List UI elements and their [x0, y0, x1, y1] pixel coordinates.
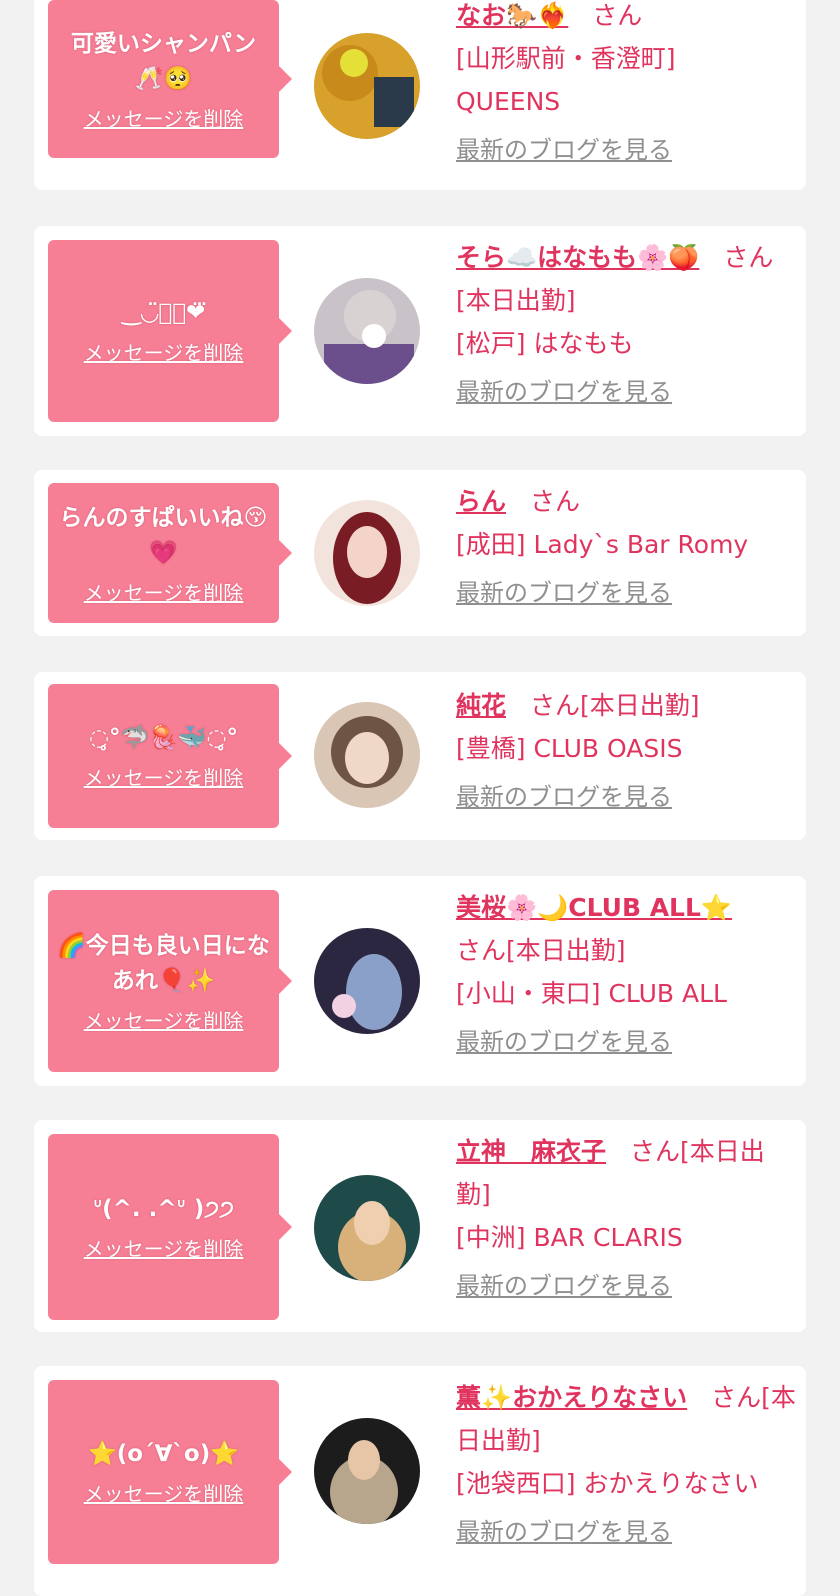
- honorific: さん: [630, 1137, 681, 1166]
- avatar-photo: [314, 702, 420, 808]
- avatar-photo: [314, 928, 420, 1034]
- message-bubble: 🌈今日も良い日になあれ🎈✨ メッセージを削除: [48, 890, 292, 1072]
- message-card: ⭐️(o´∀`o)⭐️ メッセージを削除 薫✨おかえりなさい さん[本日出勤] […: [34, 1366, 806, 1596]
- avatar[interactable]: [314, 278, 420, 384]
- shop-label: [成田] Lady`s Bar Romy: [456, 530, 749, 559]
- honorific: さん: [711, 1383, 762, 1412]
- honorific: さん: [530, 487, 581, 516]
- message-text: 🌈今日も良い日になあれ🎈✨: [57, 932, 270, 994]
- message-card: ᐡ(^. .^ᐡ )੭੭ メッセージを削除 立神 麻衣子 さん[本日出勤] [中洲…: [34, 1120, 806, 1332]
- delete-message-link[interactable]: メッセージを削除: [84, 1233, 244, 1262]
- latest-blog-link[interactable]: 最新のブログを見る: [456, 1271, 796, 1301]
- message-list: 可愛いシャンパン🥂🥺 メッセージを削除 なお🐎❤️‍🔥 さん [山形駅前・香澄町]…: [0, 0, 840, 1596]
- cast-name-link[interactable]: らん: [456, 487, 506, 516]
- shop-label: [松戸] はなもも: [456, 329, 634, 358]
- avatar-photo: [314, 278, 420, 384]
- message-card: ◌̥°🦈🪼🐳◌̥° メッセージを削除 純花 さん[本日出勤] [豊橋] CLUB …: [34, 672, 806, 840]
- message-text: ◌̥°🦈🪼🐳◌̥°: [88, 725, 239, 751]
- message-text: らんのすぱいいね😚💗: [59, 504, 268, 566]
- message-bubble: 可愛いシャンパン🥂🥺 メッセージを削除: [48, 0, 292, 158]
- avatar-photo: [314, 1418, 420, 1524]
- attendance-status: [本日出勤]: [580, 691, 700, 720]
- latest-blog-link[interactable]: 最新のブログを見る: [456, 135, 796, 165]
- attendance-status: [本日出勤]: [456, 286, 576, 315]
- avatar[interactable]: [314, 500, 420, 606]
- avatar[interactable]: [314, 1175, 420, 1281]
- latest-blog-link[interactable]: 最新のブログを見る: [456, 1517, 796, 1547]
- message-bubble: ᐡ(^. .^ᐡ )੭੭ メッセージを削除: [48, 1134, 292, 1320]
- shop-label: [山形駅前・香澄町] QUEENS: [456, 44, 676, 116]
- message-card: 🌈今日も良い日になあれ🎈✨ メッセージを削除 美桜🌸🌙CLUB ALL⭐️ さん…: [34, 876, 806, 1086]
- message-bubble: ‿◡̈⃝⸝❤︎⃛ メッセージを削除: [48, 240, 292, 422]
- shop-label: [豊橋] CLUB OASIS: [456, 734, 683, 763]
- avatar[interactable]: [314, 702, 420, 808]
- shop-label: [小山・東口] CLUB ALL: [456, 979, 727, 1008]
- cast-info: そら☁️はなもも🌸🍑 さん [本日出勤] [松戸] はなもも 最新のブログを見る: [456, 236, 796, 407]
- honorific: さん: [723, 243, 774, 272]
- delete-message-link[interactable]: メッセージを削除: [84, 762, 244, 791]
- cast-name-link[interactable]: 純花: [456, 691, 506, 720]
- cast-info: らん さん [成田] Lady`s Bar Romy 最新のブログを見る: [456, 480, 796, 608]
- delete-message-link[interactable]: メッセージを削除: [84, 1005, 244, 1034]
- avatar[interactable]: [314, 33, 420, 139]
- shop-label: [中洲] BAR CLARIS: [456, 1223, 683, 1252]
- delete-message-link[interactable]: メッセージを削除: [84, 103, 244, 132]
- avatar-photo: [314, 500, 420, 606]
- avatar-photo: [314, 33, 420, 139]
- avatar-photo: [314, 1175, 420, 1281]
- cast-info: なお🐎❤️‍🔥 さん [山形駅前・香澄町] QUEENS 最新のブログを見る: [456, 0, 796, 165]
- honorific: さん: [530, 691, 581, 720]
- latest-blog-link[interactable]: 最新のブログを見る: [456, 377, 796, 407]
- message-bubble: ◌̥°🦈🪼🐳◌̥° メッセージを削除: [48, 684, 292, 828]
- cast-info: 純花 さん[本日出勤] [豊橋] CLUB OASIS 最新のブログを見る: [456, 684, 796, 812]
- message-text: ᐡ(^. .^ᐡ )੭੭: [93, 1196, 234, 1222]
- message-card: 可愛いシャンパン🥂🥺 メッセージを削除 なお🐎❤️‍🔥 さん [山形駅前・香澄町]…: [34, 0, 806, 190]
- latest-blog-link[interactable]: 最新のブログを見る: [456, 782, 796, 812]
- honorific: さん: [592, 1, 643, 30]
- delete-message-link[interactable]: メッセージを削除: [84, 337, 244, 366]
- message-bubble: ⭐️(o´∀`o)⭐️ メッセージを削除: [48, 1380, 292, 1564]
- avatar[interactable]: [314, 1418, 420, 1524]
- avatar[interactable]: [314, 928, 420, 1034]
- shop-label: [池袋西口] おかえりなさい: [456, 1469, 759, 1498]
- message-text: ‿◡̈⃝⸝❤︎⃛: [121, 300, 206, 326]
- message-text: 可愛いシャンパン🥂🥺: [70, 30, 257, 92]
- cast-name-link[interactable]: 美桜🌸🌙CLUB ALL⭐️: [456, 893, 732, 922]
- cast-info: 薫✨おかえりなさい さん[本日出勤] [池袋西口] おかえりなさい 最新のブログを…: [456, 1376, 796, 1547]
- message-text: ⭐️(o´∀`o)⭐️: [88, 1441, 239, 1467]
- cast-info: 立神 麻衣子 さん[本日出勤] [中洲] BAR CLARIS 最新のブログを見る: [456, 1130, 796, 1301]
- latest-blog-link[interactable]: 最新のブログを見る: [456, 578, 796, 608]
- attendance-status: [本日出勤]: [506, 936, 626, 965]
- message-bubble: らんのすぱいいね😚💗 メッセージを削除: [48, 483, 292, 623]
- latest-blog-link[interactable]: 最新のブログを見る: [456, 1027, 796, 1057]
- cast-name-link[interactable]: そら☁️はなもも🌸🍑: [456, 243, 699, 272]
- honorific: さん: [456, 936, 507, 965]
- cast-name-link[interactable]: 立神 麻衣子: [456, 1137, 606, 1166]
- message-card: らんのすぱいいね😚💗 メッセージを削除 らん さん [成田] Lady`s Bar…: [34, 470, 806, 636]
- cast-name-link[interactable]: 薫✨おかえりなさい: [456, 1383, 687, 1412]
- cast-info: 美桜🌸🌙CLUB ALL⭐️ さん[本日出勤] [小山・東口] CLUB ALL…: [456, 886, 796, 1057]
- delete-message-link[interactable]: メッセージを削除: [84, 577, 244, 606]
- cast-name-link[interactable]: なお🐎❤️‍🔥: [456, 1, 568, 30]
- message-card: ‿◡̈⃝⸝❤︎⃛ メッセージを削除 そら☁️はなもも🌸🍑 さん [本日出勤] [松戸…: [34, 226, 806, 436]
- delete-message-link[interactable]: メッセージを削除: [84, 1478, 244, 1507]
